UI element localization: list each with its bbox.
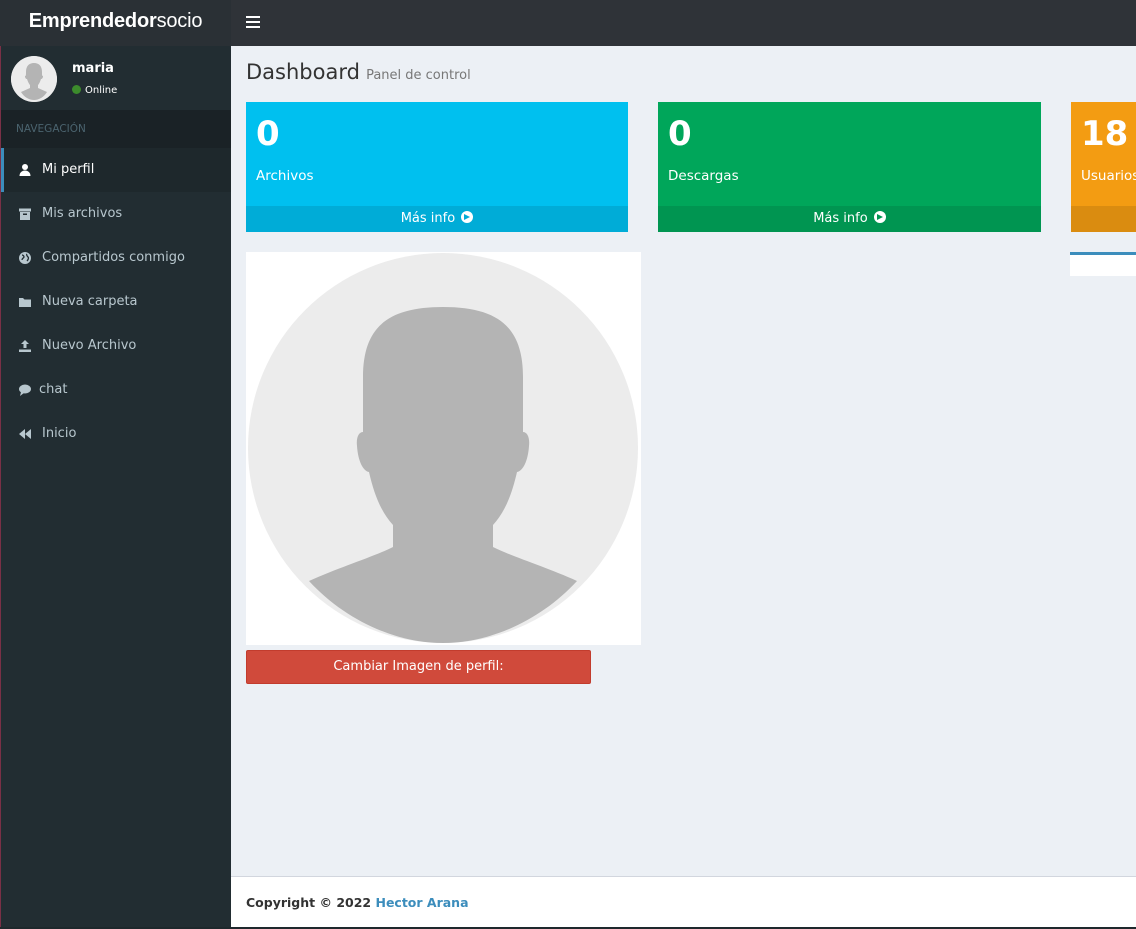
page-subtitle: Panel de control	[366, 68, 471, 83]
top-navbar	[231, 0, 1136, 46]
stat-value: 0	[256, 114, 280, 154]
stat-box-descargas: 0 Descargas Más info	[658, 102, 1041, 232]
stat-label: Usuarios	[1081, 168, 1136, 184]
stat-label: Descargas	[668, 168, 739, 184]
comment-icon	[19, 384, 31, 396]
app-logo[interactable]: Emprendedorsocio	[0, 0, 231, 46]
sidebar-item-label: Nueva carpeta	[42, 294, 138, 309]
archive-icon	[19, 208, 31, 220]
author-link[interactable]: Hector Arana	[375, 895, 468, 910]
info-box	[1070, 252, 1136, 276]
sidebar-item-label: chat	[39, 382, 68, 397]
sidebar-item-chat[interactable]: chat	[1, 368, 231, 412]
copyright-text: Copyright © 2022	[246, 895, 372, 910]
arrow-circle-right-icon	[461, 211, 474, 223]
sidebar-item-mi-perfil[interactable]: Mi perfil	[1, 148, 231, 192]
sidebar-item-compartidos[interactable]: Compartidos conmigo	[1, 236, 231, 280]
user-icon	[19, 164, 31, 176]
sidebar-item-nuevo-archivo[interactable]: Nuevo Archivo	[1, 324, 231, 368]
globe-icon	[19, 252, 31, 264]
sidebar-item-label: Nuevo Archivo	[42, 338, 137, 353]
user-panel: maria Online	[1, 46, 231, 110]
avatar	[11, 56, 57, 102]
arrow-circle-right-icon	[873, 211, 886, 223]
stat-label: Archivos	[256, 168, 314, 184]
backward-icon	[19, 429, 31, 439]
sidebar-item-label: Mi perfil	[42, 162, 95, 177]
user-status: Online	[72, 85, 117, 96]
stat-value: 0	[668, 114, 692, 154]
change-profile-image-button[interactable]: Cambiar Imagen de perfil:	[246, 650, 591, 684]
more-info-link[interactable]: Más info	[658, 206, 1041, 232]
stat-box-archivos: 0 Archivos Más info	[246, 102, 628, 232]
more-info-link[interactable]: Más info	[246, 206, 628, 232]
stat-value: 18	[1081, 114, 1129, 154]
user-name: maria	[72, 61, 114, 76]
main-footer: Copyright © 2022 Hector Arana	[231, 876, 1136, 927]
folder-icon	[19, 298, 31, 307]
content-header: Dashboard Panel de control	[246, 60, 471, 84]
upload-icon	[19, 340, 31, 352]
sidebar-item-inicio[interactable]: Inicio	[1, 412, 231, 456]
copyright: Copyright © 2022 Hector Arana	[246, 895, 469, 910]
sidebar-item-label: Inicio	[42, 426, 77, 441]
user-status-label: Online	[85, 85, 118, 96]
brand-bold: Emprendedor	[28, 10, 157, 32]
online-dot-icon	[72, 85, 81, 94]
sidebar-item-nueva-carpeta[interactable]: Nueva carpeta	[1, 280, 231, 324]
more-info-link[interactable]	[1071, 206, 1136, 232]
profile-image	[246, 252, 641, 645]
nav-header: NAVEGACIÓN	[1, 110, 231, 148]
sidebar-toggle-icon[interactable]	[246, 14, 260, 28]
stat-box-usuarios: 18 Usuarios	[1071, 102, 1136, 232]
sidebar-item-label: Mis archivos	[42, 206, 123, 221]
sidebar-item-label: Compartidos conmigo	[42, 250, 185, 265]
sidebar-item-mis-archivos[interactable]: Mis archivos	[1, 192, 231, 236]
page-title: Dashboard	[246, 60, 360, 84]
brand-light: socio	[156, 10, 203, 32]
more-info-label: Más info	[400, 211, 456, 226]
sidebar: maria Online NAVEGACIÓN Mi perfil Mis ar…	[0, 46, 231, 927]
more-info-label: Más info	[813, 211, 868, 226]
